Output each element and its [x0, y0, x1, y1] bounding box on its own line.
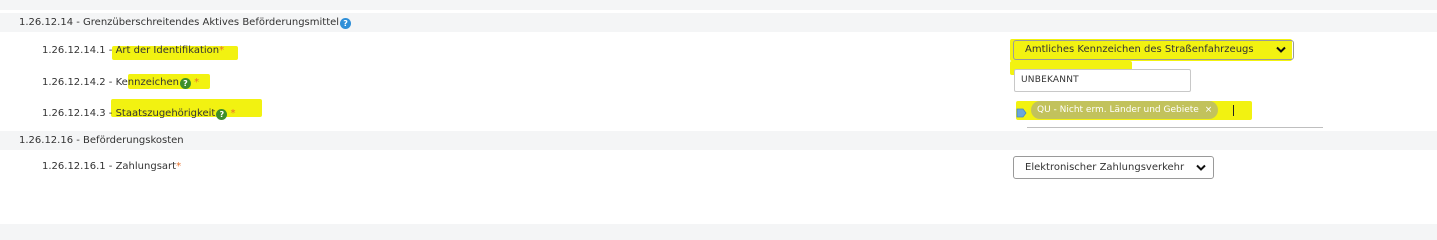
- section-title-text: 1.26.12.16 - Beförderungskosten: [19, 135, 184, 146]
- help-icon[interactable]: ?: [179, 78, 191, 89]
- chevron-down-icon: [1276, 46, 1286, 53]
- staatszugehoerigkeit-input-underline[interactable]: [1027, 127, 1323, 128]
- section-title: 1.26.12.14 - Grenzüberschreitendes Aktiv…: [19, 17, 352, 29]
- page: 1.26.12.14 - Grenzüberschreitendes Aktiv…: [0, 0, 1437, 233]
- field-label-staatszugehoerigkeit: 1.26.12.14.3 - Staatszugehörigkeit? *: [42, 108, 236, 120]
- required-marker: *: [230, 108, 236, 119]
- chevron-down-icon: [1196, 164, 1206, 171]
- section-title-text: 1.26.12.14 - Grenzüberschreitendes Aktiv…: [19, 17, 340, 28]
- staatszugehoerigkeit-chip: QU - Nicht erm. Länder und Gebiete ×: [1031, 101, 1219, 119]
- required-marker: *: [219, 45, 225, 56]
- section-header-aktives-befoerderungsmittel: 1.26.12.14 - Grenzüberschreitendes Aktiv…: [0, 13, 1437, 32]
- section-title: 1.26.12.16 - Beförderungskosten: [19, 135, 184, 146]
- label-text: 1.26.12.14.1 - Art der Identifikation: [42, 45, 220, 56]
- label-text: 1.26.12.14.3 - Staatszugehörigkeit: [42, 108, 216, 119]
- label-text: 1.26.12.14.2 - Kennzeichen: [42, 77, 179, 88]
- label-text: 1.26.12.16.1 - Zahlungsart: [42, 161, 177, 172]
- chip-label: QU - Nicht erm. Länder und Gebiete: [1037, 105, 1199, 115]
- required-marker: *: [176, 161, 182, 172]
- help-icon[interactable]: ?: [340, 18, 352, 29]
- tag-icon: [1016, 108, 1027, 118]
- close-icon[interactable]: ×: [1205, 105, 1213, 115]
- select-value: Elektronischer Zahlungsverkehr: [1025, 162, 1185, 173]
- help-icon[interactable]: ?: [216, 109, 228, 120]
- select-value: Amtliches Kennzeichen des Straßenfahrzeu…: [1025, 44, 1254, 55]
- field-label-kennzeichen: 1.26.12.14.2 - Kennzeichen? *: [42, 77, 199, 89]
- form-panel: 1.26.12.14 - Grenzüberschreitendes Aktiv…: [0, 10, 1437, 224]
- art-der-identifikation-select[interactable]: Amtliches Kennzeichen des Straßenfahrzeu…: [1013, 40, 1294, 60]
- kennzeichen-input[interactable]: UNBEKANNT: [1014, 69, 1191, 92]
- required-marker: *: [194, 77, 200, 88]
- zahlungsart-select[interactable]: Elektronischer Zahlungsverkehr: [1013, 156, 1214, 179]
- text-cursor: [1233, 105, 1234, 116]
- field-label-art-der-identifikation: 1.26.12.14.1 - Art der Identifikation*: [42, 45, 224, 56]
- section-header-befoerderungskosten: 1.26.12.16 - Beförderungskosten: [0, 131, 1437, 150]
- field-label-zahlungsart: 1.26.12.16.1 - Zahlungsart*: [42, 161, 181, 172]
- input-value: UNBEKANNT: [1021, 75, 1079, 85]
